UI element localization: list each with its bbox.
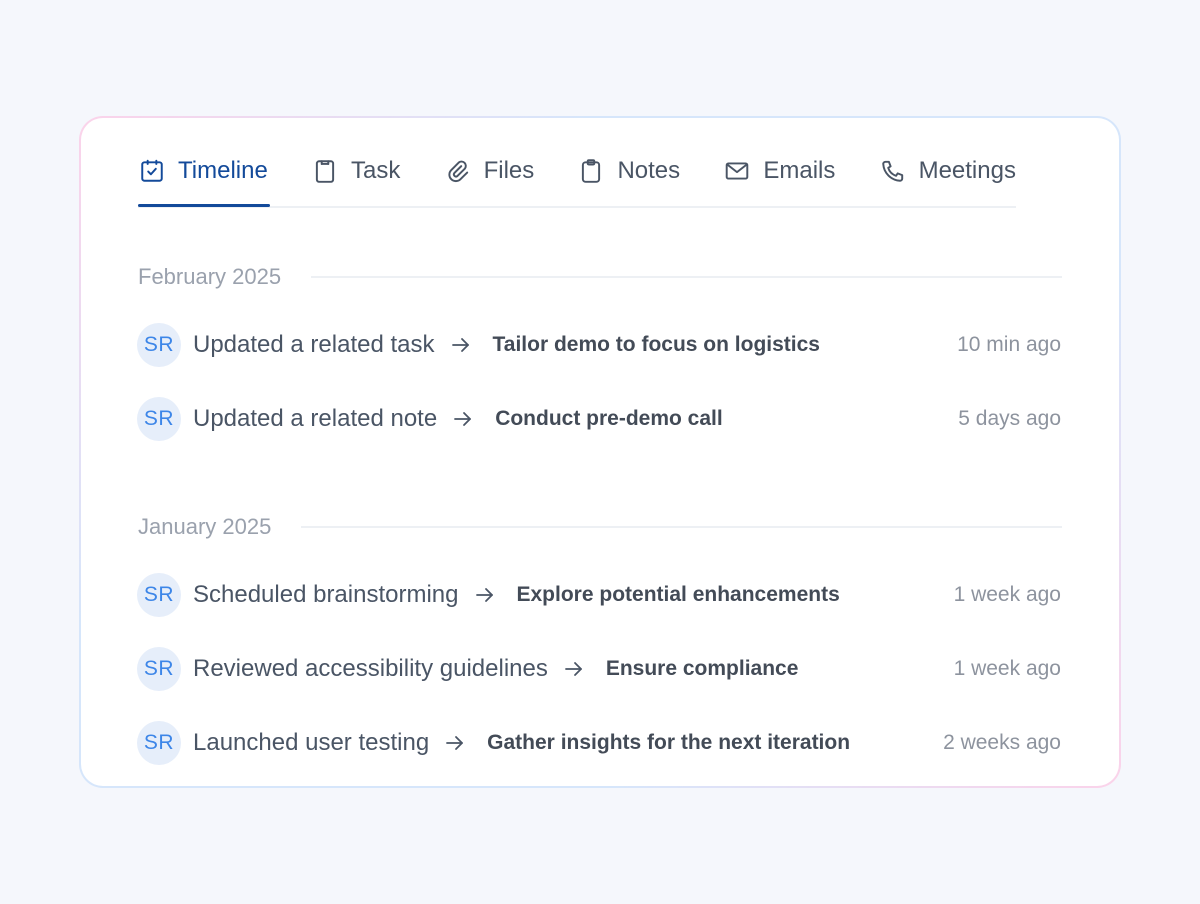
- timeline-entry: SR Updated a related note Conduct pre-de…: [137, 396, 1061, 442]
- arrow-right-icon: [564, 659, 584, 679]
- phone-icon: [879, 157, 907, 185]
- paperclip-icon: [444, 157, 472, 185]
- tab-label: Task: [351, 157, 401, 184]
- entry-target-link[interactable]: Gather insights for the next iteration: [487, 731, 850, 755]
- arrow-right-icon: [445, 733, 465, 753]
- tab-label: Files: [483, 157, 535, 184]
- divider: [311, 276, 1062, 278]
- arrow-right-icon: [475, 585, 495, 605]
- avatar: SR: [137, 323, 181, 367]
- tab-meetings[interactable]: Meetings: [879, 150, 1016, 192]
- tab-label: Timeline: [178, 157, 268, 184]
- entry-target-link[interactable]: Conduct pre-demo call: [495, 407, 723, 431]
- clipboard-icon: [311, 157, 339, 185]
- avatar: SR: [137, 647, 181, 691]
- entry-action: Scheduled brainstorming: [193, 581, 459, 608]
- month-label: February 2025: [138, 264, 282, 289]
- tab-timeline[interactable]: Timeline: [138, 150, 270, 207]
- entry-time: 1 week ago: [953, 657, 1061, 680]
- entry-target-link[interactable]: Tailor demo to focus on logistics: [493, 333, 820, 357]
- entry-time: 1 week ago: [953, 583, 1061, 606]
- entry-time: 10 min ago: [957, 333, 1061, 356]
- entry-time: 5 days ago: [958, 407, 1061, 430]
- tab-files[interactable]: Files: [444, 150, 535, 192]
- month-header: February 2025: [138, 264, 1062, 290]
- activity-card: Timeline Task Files Notes Emails Meeting…: [79, 116, 1121, 788]
- entry-action: Reviewed accessibility guidelines: [193, 655, 548, 682]
- entry-target-link[interactable]: Explore potential enhancements: [517, 583, 840, 607]
- tab-label: Emails: [763, 157, 836, 184]
- month-label: January 2025: [138, 514, 272, 539]
- calendar-check-icon: [138, 157, 166, 185]
- timeline-entry: SR Scheduled brainstorming Explore poten…: [137, 572, 1061, 618]
- entry-action: Launched user testing: [193, 729, 430, 756]
- arrow-right-icon: [453, 409, 473, 429]
- avatar: SR: [137, 397, 181, 441]
- entry-target-link[interactable]: Ensure compliance: [606, 657, 799, 681]
- entry-action: Updated a related task: [193, 331, 435, 358]
- notes-icon: [577, 157, 605, 185]
- tab-emails[interactable]: Emails: [723, 150, 835, 192]
- avatar: SR: [137, 573, 181, 617]
- month-header: January 2025: [138, 514, 1062, 540]
- tab-bar: Timeline Task Files Notes Emails Meeting…: [138, 150, 1016, 208]
- tab-task[interactable]: Task: [311, 150, 400, 192]
- tab-notes[interactable]: Notes: [577, 150, 680, 192]
- entry-action: Updated a related note: [193, 405, 438, 432]
- timeline-entry: SR Reviewed accessibility guidelines Ens…: [137, 646, 1061, 692]
- arrow-right-icon: [451, 335, 471, 355]
- timeline-entry: SR Launched user testing Gather insights…: [137, 720, 1061, 766]
- timeline-entry: SR Updated a related task Tailor demo to…: [137, 322, 1061, 368]
- entry-time: 2 weeks ago: [943, 731, 1061, 754]
- divider: [301, 526, 1062, 528]
- avatar: SR: [137, 721, 181, 765]
- mail-icon: [723, 157, 751, 185]
- tab-label: Notes: [617, 157, 681, 184]
- tab-label: Meetings: [918, 157, 1016, 184]
